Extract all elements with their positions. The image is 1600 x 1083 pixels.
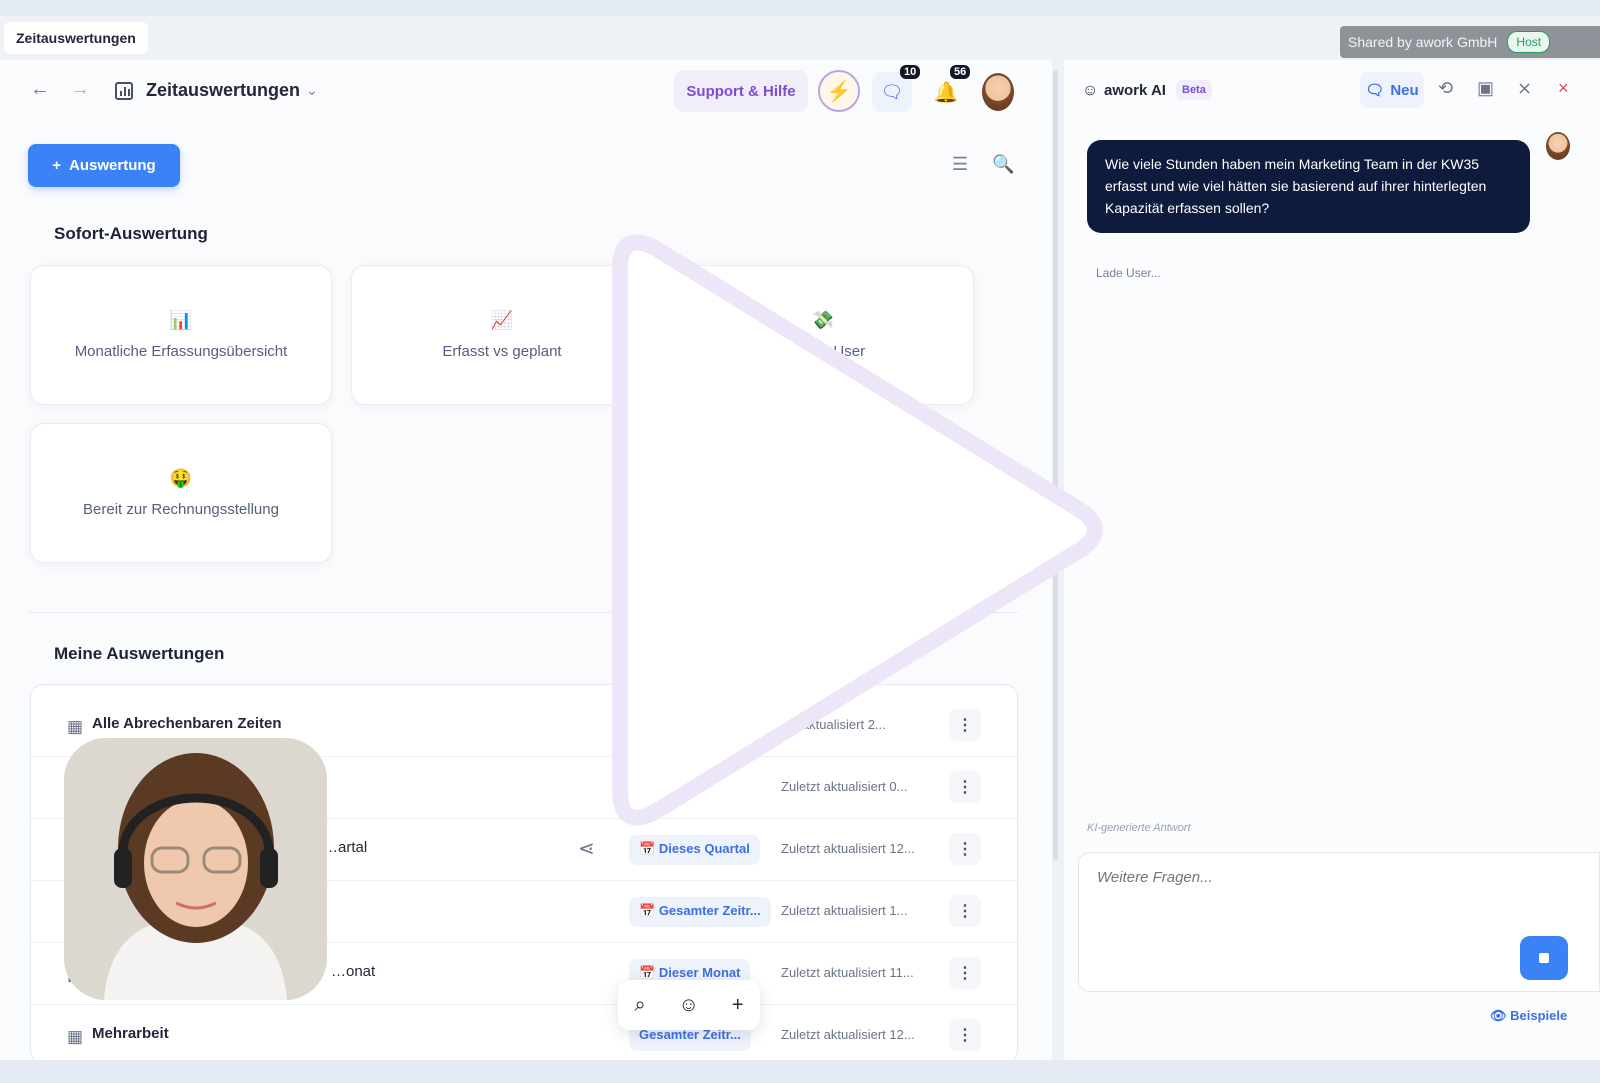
loading-status: Lade User... — [1096, 266, 1161, 280]
stop-icon — [1539, 953, 1549, 963]
add-report-label: Auswertung — [69, 157, 156, 174]
examples-label: Beispiele — [1510, 1008, 1568, 1023]
report-name: …onat — [331, 963, 376, 980]
lightning-icon[interactable]: ⚡ — [818, 70, 860, 112]
chat-count-badge: 10 — [900, 65, 921, 79]
period-chip-label: Dieser Monat — [658, 965, 741, 980]
report-updated: Zuletzt aktualisiert 12... — [781, 1027, 915, 1042]
floating-toolbar: ⌕ ☺ + — [618, 980, 760, 1030]
presenter-image — [64, 738, 327, 1000]
new-chat-label: Neu — [1390, 81, 1419, 99]
report-updated: Zuletzt aktualisiert 12... — [781, 841, 915, 856]
window-mode-icon[interactable]: ▣ — [1477, 78, 1494, 99]
report-updated: Zuletzt aktualisiert 0... — [781, 779, 908, 794]
plus-icon[interactable]: + — [732, 994, 744, 1017]
report-updated: …r aktualisiert 2... — [781, 717, 886, 732]
plus-icon: + — [52, 157, 62, 174]
share-icon[interactable]: ⋖ — [578, 836, 595, 861]
more-options-icon[interactable]: ⋮ — [949, 957, 981, 989]
instant-section-title: Sofort-Auswertung — [54, 224, 208, 243]
ai-question-input[interactable] — [1097, 869, 1517, 886]
stop-button[interactable] — [1520, 936, 1568, 980]
table-icon: ▦ — [67, 1027, 84, 1046]
more-options-icon[interactable]: ⋮ — [949, 833, 981, 865]
ai-title: awork AI — [1104, 82, 1166, 99]
user-avatar[interactable] — [982, 73, 1014, 111]
close-icon[interactable]: × — [1558, 78, 1569, 99]
instant-card-label: Erfasst vs geplant — [442, 343, 562, 360]
money-icon: 💸 — [811, 310, 835, 330]
report-updated: Zuletzt aktualisiert 1... — [781, 903, 908, 918]
search-icon[interactable]: ⌕ — [634, 994, 645, 1017]
period-chip-label: Dieses Quartal — [658, 841, 750, 856]
webcam-video — [64, 738, 327, 1000]
period-chip: 📅 Gesamter Zeitr... — [629, 897, 771, 927]
unpin-icon[interactable]: ⨯ — [1517, 78, 1532, 99]
money-face-icon: 🤑 — [169, 468, 193, 488]
bar-chart-icon: 📊 — [169, 310, 193, 330]
user-message-avatar — [1546, 132, 1570, 160]
chevron-down-icon[interactable]: ⌄ — [306, 82, 318, 99]
main-scrollbar[interactable] — [1053, 70, 1058, 860]
instant-card-label: Monatliche Erfassungsübersicht — [74, 343, 288, 360]
forward-arrow-icon[interactable]: → — [70, 78, 90, 101]
period-chip: …che — [629, 773, 685, 803]
more-options-icon[interactable]: ⋮ — [949, 771, 981, 803]
notification-count-badge: 56 — [950, 65, 971, 79]
instant-card-label: Bereit zur Rechnungsstellung — [83, 501, 279, 518]
window-tab[interactable]: Zeitauswertungen — [4, 22, 148, 54]
robot-icon: ☺ — [1082, 82, 1099, 99]
share-banner: Shared by awork GmbH Host — [1340, 26, 1600, 58]
instant-card[interactable]: 📊 Monatliche Erfassungsübersicht — [30, 265, 332, 405]
more-options-icon[interactable]: ⋮ — [949, 895, 981, 927]
my-reports-title: Meine Auswertungen — [54, 644, 225, 663]
history-icon[interactable]: ⟲ — [1438, 78, 1453, 99]
report-updated: Zuletzt aktualisiert 11... — [781, 965, 914, 980]
examples-link[interactable]: 👁 Beispiele — [1490, 1008, 1567, 1024]
top-strip — [0, 0, 1600, 16]
back-arrow-icon[interactable]: ← — [30, 78, 50, 101]
instant-card-label: …it pro User — [780, 343, 866, 360]
report-name: …artal — [323, 839, 368, 856]
period-chip-label: Gesamter Zeitr... — [658, 903, 761, 918]
add-report-button[interactable]: + Auswertung — [28, 144, 180, 187]
new-chat-button[interactable]: 🗨 Neu — [1360, 72, 1424, 108]
instant-card[interactable]: 💸 …it pro User — [672, 265, 974, 405]
shared-by-text: Shared by awork GmbH — [1348, 34, 1498, 50]
line-chart-icon: 📈 — [490, 310, 514, 330]
bottom-strip — [0, 1060, 1600, 1083]
instant-card[interactable]: 🤑 Bereit zur Rechnungsstellung — [30, 423, 332, 563]
page-title[interactable]: Zeitauswertungen — [146, 80, 300, 101]
support-button[interactable]: Support & Hilfe — [674, 70, 808, 112]
report-name: Alle Abrechenbaren Zeiten — [92, 715, 282, 732]
host-badge: Host — [1507, 31, 1551, 53]
beta-badge: Beta — [1176, 80, 1212, 100]
chat-bubble-icon: 🗨 — [1365, 82, 1385, 99]
more-options-icon[interactable]: ⋮ — [949, 709, 981, 741]
instant-card[interactable]: 📈 Erfasst vs geplant — [351, 265, 653, 405]
period-chip: 📅 Dieses Quartal — [629, 835, 760, 865]
section-divider — [28, 612, 1018, 613]
report-row[interactable]: ▦ Mehrarbeit Gesamter Zeitr... Zuletzt a… — [31, 1005, 1017, 1063]
ai-disclaimer: KI-generierte Antwort — [1087, 822, 1191, 834]
more-options-icon[interactable]: ⋮ — [949, 1019, 981, 1051]
sort-icon[interactable]: ☰ — [952, 154, 968, 175]
user-message: Wie viele Stunden haben mein Marketing T… — [1087, 140, 1530, 233]
report-name: Mehrarbeit — [92, 1025, 169, 1042]
robot-icon[interactable]: ☺ — [679, 994, 699, 1017]
table-icon: ▦ — [67, 717, 84, 736]
report-chart-icon — [115, 82, 133, 100]
search-icon[interactable]: 🔍 — [992, 154, 1014, 175]
